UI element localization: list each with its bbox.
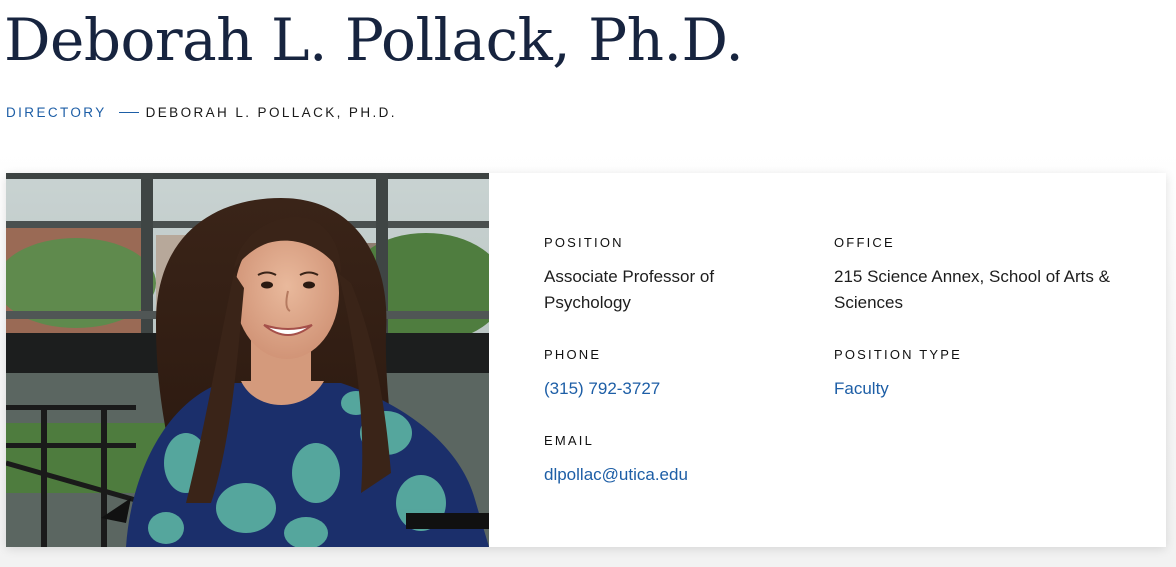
phone-field: PHONE (315) 792-3727 bbox=[544, 347, 794, 402]
page-title: Deborah L. Pollack, Ph.D. bbox=[4, 6, 744, 74]
profile-info: POSITION Associate Professor of Psycholo… bbox=[489, 173, 1166, 547]
breadcrumb-directory-link[interactable]: DIRECTORY bbox=[6, 105, 107, 120]
office-field: OFFICE 215 Science Annex, School of Arts… bbox=[834, 235, 1134, 316]
breadcrumb: DIRECTORY DEBORAH L. POLLACK, PH.D. bbox=[6, 105, 397, 120]
position-field: POSITION Associate Professor of Psycholo… bbox=[544, 235, 794, 316]
portrait-photo-icon bbox=[6, 173, 489, 547]
email-label: EMAIL bbox=[544, 433, 595, 448]
office-label: OFFICE bbox=[834, 235, 895, 250]
position-label: POSITION bbox=[544, 235, 624, 250]
position-type-field: POSITION TYPE Faculty bbox=[834, 347, 1084, 402]
email-link[interactable]: dlpollac@utica.edu bbox=[544, 465, 688, 484]
position-type-link[interactable]: Faculty bbox=[834, 379, 889, 398]
office-value: 215 Science Annex, School of Arts & Scie… bbox=[834, 267, 1110, 312]
position-value: Associate Professor of Psychology bbox=[544, 267, 715, 312]
phone-label: PHONE bbox=[544, 347, 602, 362]
phone-link[interactable]: (315) 792-3727 bbox=[544, 379, 660, 398]
email-field: EMAIL dlpollac@utica.edu bbox=[544, 433, 794, 488]
profile-card: POSITION Associate Professor of Psycholo… bbox=[6, 173, 1166, 547]
breadcrumb-separator bbox=[118, 112, 139, 113]
breadcrumb-current: DEBORAH L. POLLACK, PH.D. bbox=[145, 105, 397, 120]
profile-photo bbox=[6, 173, 489, 547]
position-type-label: POSITION TYPE bbox=[834, 347, 963, 362]
